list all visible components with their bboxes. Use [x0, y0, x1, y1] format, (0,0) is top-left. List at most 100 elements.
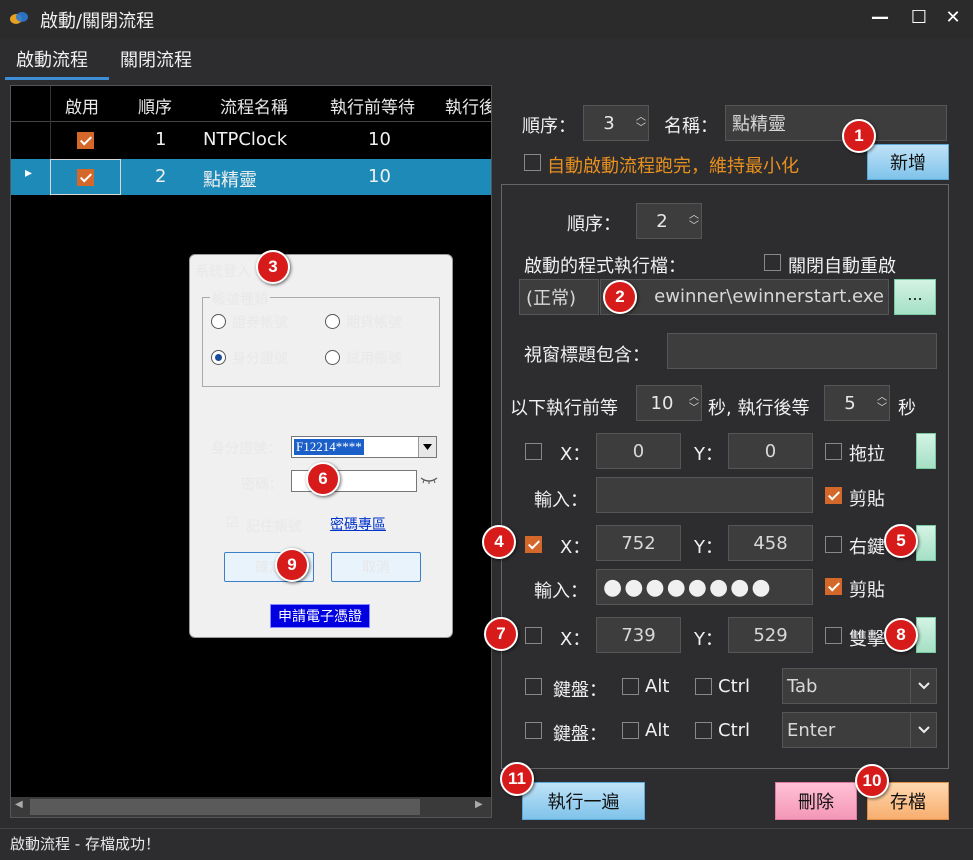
action-3-x-input[interactable]: 739 — [596, 617, 681, 653]
wait-before-stepper[interactable]: 10 ︿ ﹀ — [636, 385, 702, 421]
window-title-label: 視窗標題包含： — [524, 345, 650, 366]
row-2-enabled-checkbox[interactable] — [77, 169, 94, 186]
minimize-button[interactable]: — — [865, 4, 895, 32]
action-1-checkbox[interactable] — [525, 443, 542, 460]
spin-arrows-icon[interactable]: ︿ ﹀ — [875, 392, 889, 414]
action-3-x-label: X： — [560, 629, 591, 650]
exe-path-input[interactable]: ewinner\ewinnerstart.exe — [654, 286, 884, 307]
scroll-right-icon[interactable]: ▶ — [475, 799, 483, 810]
password-zone-link[interactable]: 密碼專區 — [330, 514, 386, 534]
column-header-wait-after[interactable]: 執行後 — [445, 93, 491, 118]
wait-after-label: 秒, 執行後等 — [708, 398, 810, 419]
spin-arrows-icon[interactable]: ︿ ﹀ — [687, 210, 701, 232]
annotation-badge-7: 7 — [484, 617, 518, 651]
tab-start-flow[interactable]: 啟動流程 — [16, 46, 88, 72]
row-1-name: NTPClock — [203, 129, 288, 150]
delete-button[interactable]: 刪除 — [775, 782, 857, 820]
annotation-badge-2: 2 — [603, 280, 637, 314]
column-header-wait-before[interactable]: 執行前等待 — [330, 93, 415, 118]
keyboard-2-ctrl-checkbox[interactable] — [695, 722, 712, 739]
action-2-paste-checkbox[interactable] — [825, 578, 842, 595]
keyboard-2-checkbox[interactable] — [525, 722, 542, 739]
action-1-x-input[interactable]: 0 — [596, 433, 681, 469]
login-dialog-title: 系統登入 — [195, 264, 251, 280]
keyboard-1-alt-checkbox[interactable] — [622, 678, 639, 695]
action-1-pick-button[interactable] — [916, 433, 936, 469]
browse-button[interactable]: ... — [894, 279, 936, 315]
action-2-pick-button[interactable] — [916, 525, 936, 561]
scroll-left-icon[interactable]: ◀ — [15, 799, 23, 810]
radio-securities[interactable] — [211, 314, 226, 329]
eye-icon[interactable] — [420, 476, 438, 484]
action-3-y-input[interactable]: 529 — [728, 617, 813, 653]
column-header-name[interactable]: 流程名稱 — [220, 93, 288, 118]
keyboard-2-key-select[interactable]: Enter — [782, 712, 937, 748]
action-3-y-label: Y： — [694, 629, 723, 650]
action-3-pick-button[interactable] — [916, 617, 936, 653]
tab-close-flow[interactable]: 關閉流程 — [120, 46, 192, 72]
remember-label: 記住帳號 — [246, 519, 302, 535]
wait-after-stepper[interactable]: 5 ︿ ﹀ — [824, 385, 890, 421]
column-header-enabled[interactable]: 啟用 — [65, 93, 99, 118]
auto-minimize-checkbox[interactable] — [524, 154, 541, 171]
run-once-button[interactable]: 執行一遍 — [522, 782, 645, 820]
column-header-order[interactable]: 順序 — [138, 93, 172, 118]
row-1-wait-before: 10 — [368, 129, 391, 150]
name-input[interactable]: 點精靈 — [725, 105, 947, 141]
action-2-y-input[interactable]: 458 — [728, 525, 813, 561]
close-button[interactable]: ✕ — [938, 4, 968, 32]
order-stepper[interactable]: 3 ︿ ﹀ — [583, 105, 649, 141]
window-title: 啟動/關閉流程 — [40, 11, 155, 32]
action-1-y-input[interactable]: 0 — [728, 433, 813, 469]
action-1-paste-label: 剪貼 — [849, 489, 885, 510]
action-3-checkbox[interactable] — [525, 627, 542, 644]
radio-futures[interactable] — [325, 314, 340, 329]
spin-arrows-icon[interactable]: ︿ ﹀ — [687, 392, 701, 414]
disable-restart-checkbox[interactable] — [764, 254, 781, 271]
action-2-input-label: 輸入： — [534, 581, 588, 602]
keyboard-1-key-select[interactable]: Tab — [782, 668, 937, 704]
action-2-x-input[interactable]: 752 — [596, 525, 681, 561]
action-1-text-input[interactable] — [596, 477, 813, 513]
keyboard-1-ctrl-label: Ctrl — [718, 676, 751, 697]
annotation-badge-4: 4 — [482, 525, 516, 559]
exe-path-container[interactable]: ewinner\ewinnerstart.exe — [600, 279, 889, 315]
apply-certificate-label: 申請電子憑證 — [278, 609, 362, 625]
window-title-input[interactable] — [667, 333, 937, 369]
password-label: 密碼： — [241, 477, 283, 493]
add-button[interactable]: 新增 — [867, 144, 949, 180]
row-1-order: 1 — [155, 129, 167, 150]
action-1-paste-checkbox[interactable] — [825, 487, 842, 504]
keyboard-2-alt-checkbox[interactable] — [622, 722, 639, 739]
radio-id-number[interactable] — [211, 350, 226, 365]
chevron-down-icon[interactable] — [418, 437, 436, 457]
action-2-password-input[interactable]: ●●●●●●●● — [596, 569, 813, 605]
cancel-button[interactable]: 取消 — [331, 552, 421, 582]
maximize-button[interactable]: ☐ — [904, 4, 934, 32]
run-mode-select[interactable]: (正常) — [519, 279, 599, 315]
scrollbar-thumb[interactable] — [30, 799, 420, 815]
action-3-double-click-checkbox[interactable] — [825, 627, 842, 644]
apply-certificate-button[interactable]: 申請電子憑證 — [270, 604, 370, 628]
chevron-down-icon[interactable] — [910, 713, 936, 747]
id-combo[interactable]: F12214**** — [291, 436, 437, 458]
seconds-label: 秒 — [898, 398, 916, 419]
chevron-down-icon[interactable] — [910, 669, 936, 703]
annotation-badge-11: 11 — [500, 762, 534, 796]
action-2-checkbox[interactable] — [525, 536, 542, 553]
keyboard-1-ctrl-checkbox[interactable] — [695, 678, 712, 695]
step-order-stepper[interactable]: 2 ︿ ﹀ — [636, 203, 702, 239]
column-header-clip: 執行後 — [443, 86, 491, 122]
remember-checkbox[interactable]: ☑ — [226, 515, 239, 531]
keyboard-2-label: 鍵盤： — [553, 724, 607, 745]
action-1-drag-checkbox[interactable] — [825, 443, 842, 460]
spin-arrows-icon[interactable]: ︿ ﹀ — [634, 112, 648, 134]
radio-trial[interactable] — [325, 350, 340, 365]
annotation-badge-5: 5 — [884, 524, 918, 558]
disable-restart-label: 關閉自動重啟 — [788, 256, 896, 277]
action-2-right-click-checkbox[interactable] — [825, 536, 842, 553]
order-value: 3 — [603, 112, 615, 134]
action-1-x-label: X： — [560, 444, 591, 465]
keyboard-1-checkbox[interactable] — [525, 678, 542, 695]
row-1-enabled-checkbox[interactable] — [77, 132, 94, 149]
